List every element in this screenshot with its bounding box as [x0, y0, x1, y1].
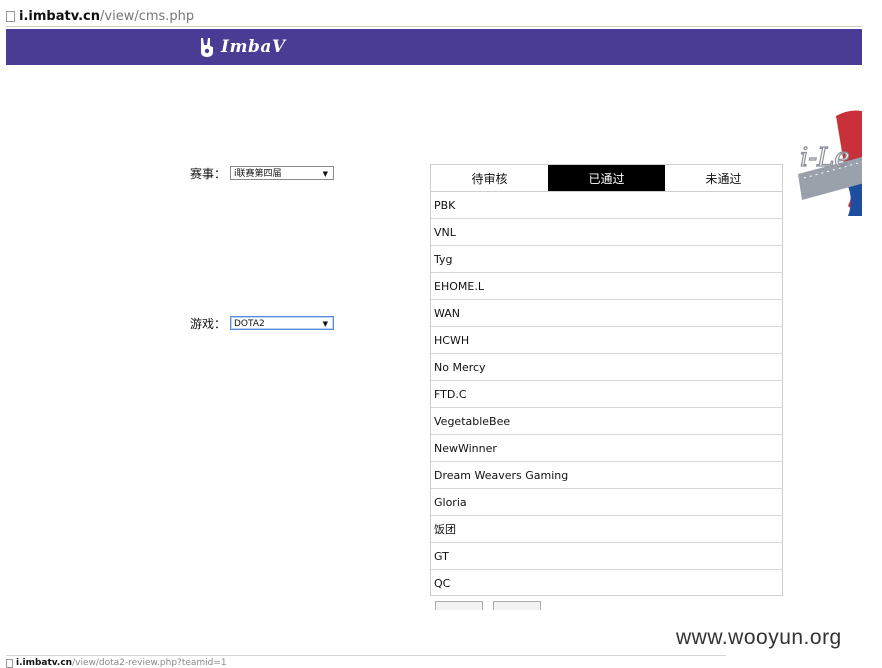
review-status-tabs: 待审核 已通过 未通过 — [431, 165, 782, 192]
event-label: 赛事： — [190, 167, 227, 181]
url-host: i.imbatv.cn — [16, 658, 73, 668]
action-button-left[interactable] — [435, 601, 483, 610]
divider — [6, 655, 726, 656]
document-icon — [6, 10, 15, 22]
team-row[interactable]: WAN — [431, 300, 782, 327]
imbav-logo[interactable]: ImbaV — [198, 34, 286, 60]
team-row[interactable]: VNL — [431, 219, 782, 246]
team-row[interactable]: NewWinner — [431, 435, 782, 462]
team-row[interactable]: Gloria — [431, 489, 782, 516]
game-label: 游戏： — [190, 317, 227, 331]
svg-text:i-Le: i-Le — [800, 143, 850, 173]
divider — [6, 26, 862, 27]
team-row[interactable]: GT — [431, 543, 782, 570]
tab-approved[interactable]: 已通过 — [548, 165, 665, 191]
event-select-value: i联赛第四届 — [234, 169, 282, 179]
rock-hand-icon — [201, 38, 213, 57]
team-row[interactable]: PBK — [431, 192, 782, 219]
page-url-top: i.imbatv.cn/view/cms.php — [6, 7, 194, 25]
event-select[interactable]: i联赛第四届 ▼ — [230, 166, 334, 180]
site-header-banner: ImbaV — [6, 29, 862, 65]
team-row[interactable]: EHOME.L — [431, 273, 782, 300]
team-row[interactable]: VegetableBee — [431, 408, 782, 435]
team-row[interactable]: Dream Weavers Gaming — [431, 462, 782, 489]
tab-pending[interactable]: 待审核 — [431, 165, 548, 191]
team-row[interactable]: QC — [431, 570, 782, 596]
team-row[interactable]: HCWH — [431, 327, 782, 354]
team-row[interactable]: FTD.C — [431, 381, 782, 408]
dropdown-arrow-icon: ▼ — [322, 170, 328, 178]
logo-text: ImbaV — [221, 37, 286, 57]
i-league-badge-logo: i-Le — [796, 104, 862, 216]
dropdown-arrow-icon: ▼ — [322, 320, 328, 328]
tab-rejected[interactable]: 未通过 — [665, 165, 782, 191]
document-icon — [6, 658, 13, 668]
team-list: PBK VNL Tyg EHOME.L WAN HCWH No Mercy FT… — [431, 192, 782, 596]
team-row[interactable]: No Mercy — [431, 354, 782, 381]
team-row[interactable]: Tyg — [431, 246, 782, 273]
url-host: i.imbatv.cn — [19, 8, 101, 24]
team-review-panel: 待审核 已通过 未通过 PBK VNL Tyg EHOME.L WAN HCWH… — [430, 164, 783, 596]
game-select-value: DOTA2 — [234, 319, 265, 329]
page-url-bottom: i.imbatv.cn/view/dota2-review.php?teamid… — [6, 658, 227, 668]
url-path: /view/dota2-review.php?teamid=1 — [72, 658, 227, 668]
url-path: /view/cms.php — [100, 8, 195, 24]
action-button-right[interactable] — [493, 601, 541, 610]
watermark-text: www.wooyun.org — [676, 626, 842, 649]
team-row[interactable]: 饭团 — [431, 516, 782, 543]
game-select[interactable]: DOTA2 ▼ — [230, 316, 334, 330]
